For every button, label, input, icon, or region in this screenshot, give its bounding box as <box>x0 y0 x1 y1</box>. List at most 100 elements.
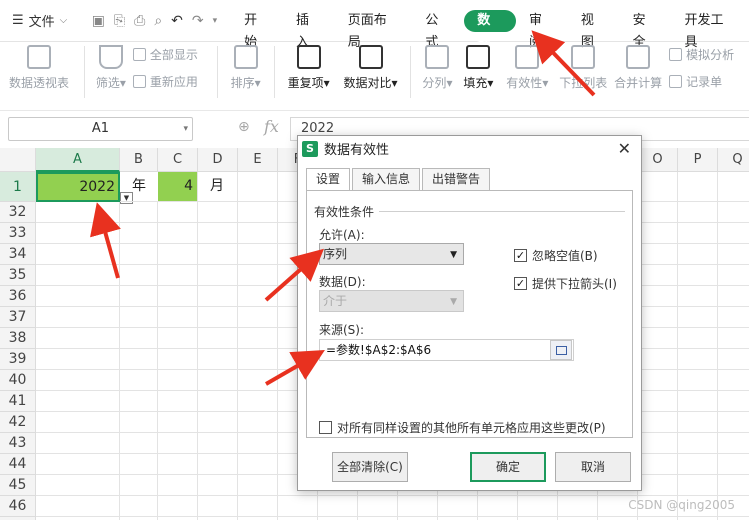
cell[interactable] <box>438 496 478 517</box>
cell[interactable] <box>120 412 158 433</box>
cell[interactable] <box>238 454 278 475</box>
cell[interactable] <box>718 223 749 244</box>
cell[interactable] <box>318 496 358 517</box>
row-header-38[interactable]: 38 <box>0 328 36 349</box>
cell[interactable] <box>718 454 749 475</box>
row-header-37[interactable]: 37 <box>0 307 36 328</box>
cell[interactable] <box>36 412 120 433</box>
cell[interactable] <box>638 223 678 244</box>
cell[interactable] <box>120 349 158 370</box>
cell[interactable] <box>198 475 238 496</box>
cell[interactable] <box>518 496 558 517</box>
cell[interactable] <box>158 286 198 307</box>
cell[interactable] <box>718 307 749 328</box>
cell[interactable] <box>198 265 238 286</box>
tab-review[interactable]: 审阅 <box>516 10 568 50</box>
cell[interactable] <box>638 244 678 265</box>
cell[interactable] <box>638 475 678 496</box>
cell[interactable] <box>120 475 158 496</box>
cell[interactable] <box>638 286 678 307</box>
filter-button[interactable]: 筛选▾ <box>91 42 131 102</box>
cell[interactable] <box>198 433 238 454</box>
validation-button[interactable]: 有效性▾ <box>499 42 555 102</box>
cell-a1[interactable]: 2022 <box>36 172 120 202</box>
cell[interactable] <box>198 244 238 265</box>
cell[interactable] <box>238 265 278 286</box>
cell[interactable] <box>238 172 278 202</box>
cell[interactable] <box>158 496 198 517</box>
cell[interactable] <box>678 433 718 454</box>
cell[interactable] <box>120 496 158 517</box>
cell[interactable] <box>238 475 278 496</box>
cell[interactable] <box>158 370 198 391</box>
cell[interactable] <box>718 349 749 370</box>
cell[interactable] <box>678 328 718 349</box>
cell[interactable] <box>718 391 749 412</box>
cell[interactable] <box>158 244 198 265</box>
cell[interactable] <box>120 286 158 307</box>
cell[interactable] <box>198 412 238 433</box>
cell[interactable] <box>238 286 278 307</box>
cell[interactable] <box>718 370 749 391</box>
row-header-35[interactable]: 35 <box>0 265 36 286</box>
cell[interactable] <box>718 172 749 202</box>
cell[interactable] <box>158 307 198 328</box>
cell[interactable] <box>198 370 238 391</box>
cell[interactable] <box>120 202 158 223</box>
cell[interactable] <box>198 202 238 223</box>
cell[interactable] <box>120 433 158 454</box>
cancel-button[interactable]: 取消 <box>555 452 631 482</box>
cell[interactable] <box>358 496 398 517</box>
column-header-b[interactable]: B <box>120 148 158 172</box>
column-header-d[interactable]: D <box>198 148 238 172</box>
cell[interactable] <box>638 370 678 391</box>
cell[interactable] <box>158 391 198 412</box>
allow-select[interactable]: 序列 ▼ <box>319 243 464 265</box>
cell[interactable] <box>36 286 120 307</box>
select-all-corner[interactable] <box>0 148 36 172</box>
zoom-icon[interactable]: ⊕ <box>238 119 250 135</box>
tab-view[interactable]: 视图 <box>568 10 620 50</box>
cell[interactable] <box>36 454 120 475</box>
cell[interactable] <box>158 412 198 433</box>
column-header-c[interactable]: C <box>158 148 198 172</box>
pivot-table-button[interactable]: 数据透视表 <box>0 42 78 102</box>
cell[interactable] <box>238 391 278 412</box>
cell[interactable] <box>638 391 678 412</box>
redo-icon[interactable]: ↷ <box>192 13 204 29</box>
cell-b1[interactable]: 年 <box>120 172 158 202</box>
cell[interactable] <box>638 433 678 454</box>
row-header-36[interactable]: 36 <box>0 286 36 307</box>
cell[interactable] <box>198 349 238 370</box>
cell[interactable] <box>678 349 718 370</box>
row-header-39[interactable]: 39 <box>0 349 36 370</box>
row-header-46[interactable]: 46 <box>0 496 36 517</box>
cell[interactable] <box>36 307 120 328</box>
close-icon[interactable]: ✕ <box>618 139 631 158</box>
cell[interactable] <box>718 412 749 433</box>
cell[interactable] <box>198 223 238 244</box>
cell[interactable] <box>120 223 158 244</box>
cell[interactable] <box>158 349 198 370</box>
cell-c1[interactable]: 4 <box>158 172 198 202</box>
column-header-q[interactable]: Q <box>718 148 749 172</box>
cell[interactable] <box>638 349 678 370</box>
column-header-o[interactable]: O <box>638 148 678 172</box>
row-header-41[interactable]: 41 <box>0 391 36 412</box>
what-if-analysis-button[interactable]: 模拟分析 <box>669 46 749 63</box>
cell[interactable] <box>278 496 318 517</box>
cell[interactable] <box>36 370 120 391</box>
cell[interactable] <box>238 496 278 517</box>
cell[interactable] <box>678 265 718 286</box>
template-icon[interactable]: ⎘ <box>114 13 125 29</box>
cell[interactable] <box>238 202 278 223</box>
row-header-44[interactable]: 44 <box>0 454 36 475</box>
reapply-button[interactable]: 重新应用 <box>132 73 211 90</box>
cell[interactable] <box>678 286 718 307</box>
cell[interactable] <box>120 265 158 286</box>
cell[interactable] <box>678 244 718 265</box>
cell[interactable] <box>678 307 718 328</box>
row-header-45[interactable]: 45 <box>0 475 36 496</box>
cell[interactable] <box>678 370 718 391</box>
cell[interactable] <box>36 475 120 496</box>
